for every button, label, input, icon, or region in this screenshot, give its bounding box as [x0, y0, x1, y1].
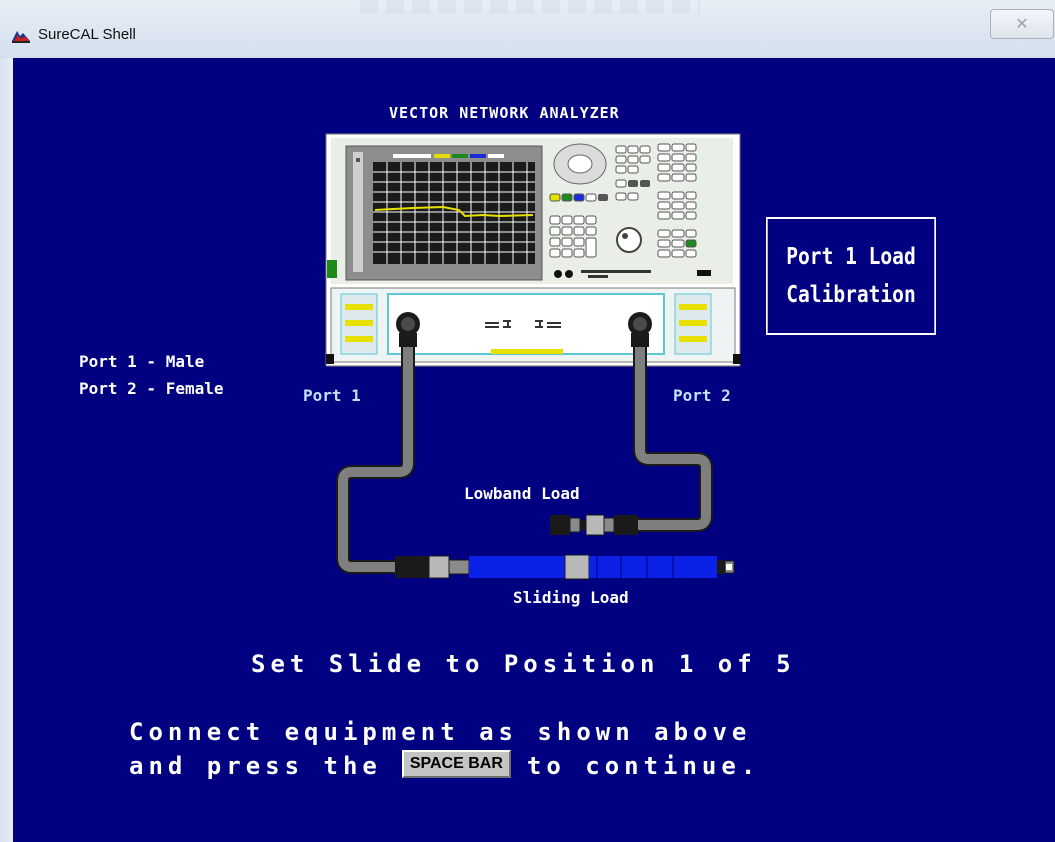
port1-label: Port 1 — [303, 386, 361, 405]
connect-instruction-line2: and press the SPACE BAR to continue. — [129, 750, 761, 781]
slide-position-instruction: Set Slide to Position 1 of 5 — [251, 650, 796, 678]
calibration-title-line2: Calibration — [786, 282, 916, 308]
close-button[interactable]: ✕ — [990, 9, 1054, 39]
port2-label: Port 2 — [673, 386, 731, 405]
port-gender-note: Port 1 - Male Port 2 - Female — [79, 348, 224, 402]
space-bar-button[interactable]: SPACE BAR — [401, 750, 511, 778]
lowband-load-label: Lowband Load — [464, 484, 580, 503]
sliding-load-illustration — [395, 554, 735, 580]
close-icon: ✕ — [1015, 16, 1029, 33]
network-analyzer-illustration — [325, 133, 741, 367]
instrument-heading: VECTOR NETWORK ANALYZER — [389, 104, 620, 122]
background-blur — [360, 0, 700, 14]
connect-line2-before: and press the — [129, 752, 382, 780]
surecal-window: SureCAL Shell ✕ VECTOR NETWORK ANALYZER … — [0, 0, 1055, 842]
window-title: SureCAL Shell — [38, 26, 136, 43]
test-cables — [336, 340, 713, 574]
window-left-frame — [0, 58, 13, 842]
sliding-load-label: Sliding Load — [513, 588, 629, 607]
lowband-load-illustration — [550, 514, 638, 536]
surecal-app-icon — [12, 31, 30, 43]
calibration-screen: VECTOR NETWORK ANALYZER Port 1 Load Cali… — [13, 58, 1055, 842]
port-note-line1: Port 1 - Male — [79, 352, 205, 371]
connect-instruction-line1: Connect equipment as shown above — [129, 718, 752, 746]
title-bar[interactable]: SureCAL Shell ✕ — [0, 0, 1055, 58]
connect-line2-after: to continue. — [526, 752, 761, 780]
calibration-title-line1: Port 1 Load — [786, 244, 916, 270]
calibration-step-title: Port 1 Load Calibration — [766, 217, 936, 335]
port-note-line2: Port 2 - Female — [79, 379, 224, 398]
